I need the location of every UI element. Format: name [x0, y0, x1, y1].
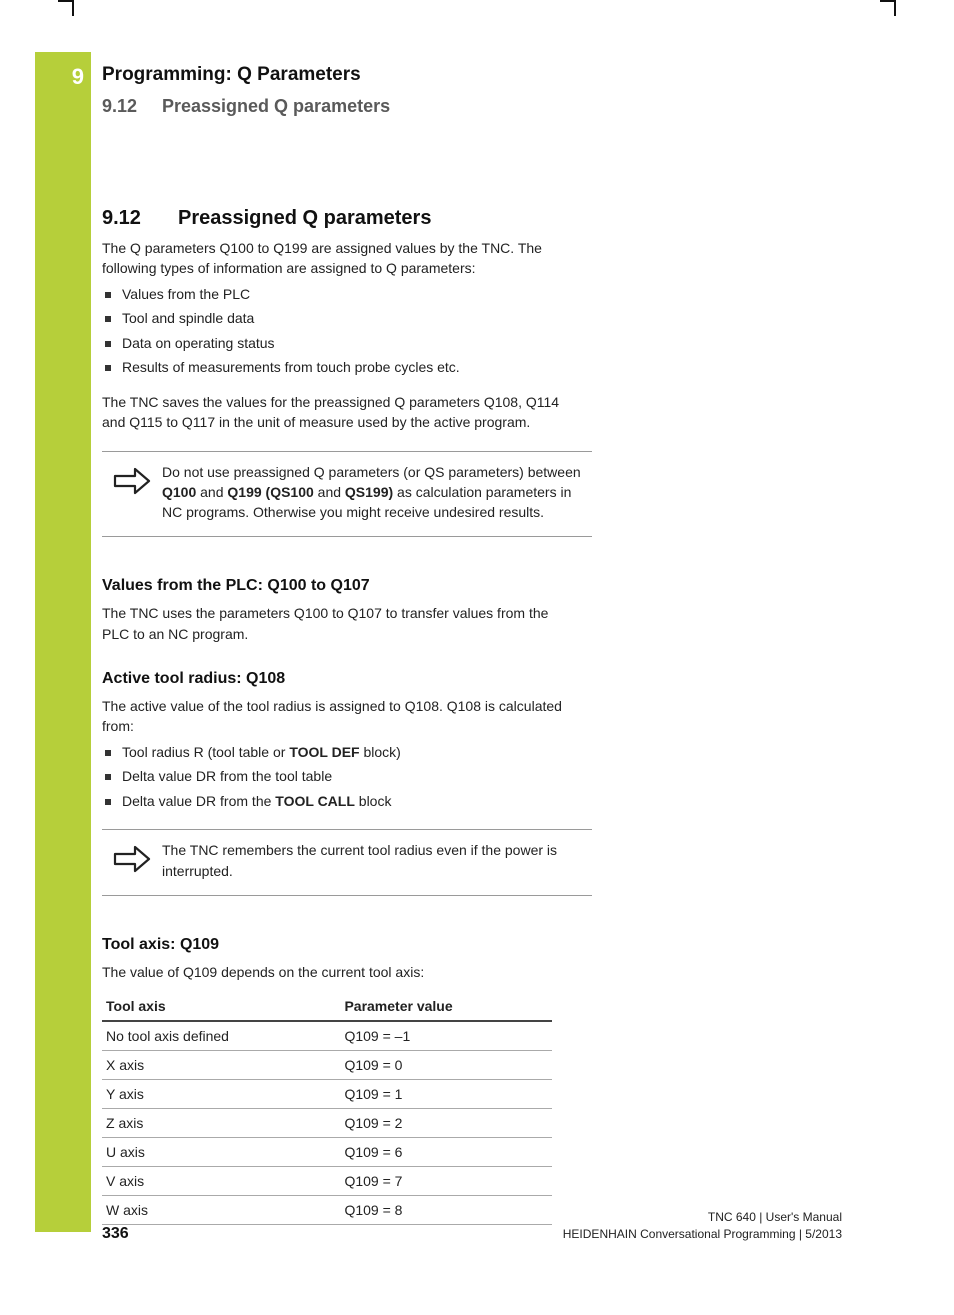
table-row: U axisQ109 = 6 [102, 1138, 552, 1167]
crop-mark [894, 0, 896, 16]
list-item: Delta value DR from the tool table [102, 767, 602, 787]
arrow-icon [102, 840, 162, 874]
axis-paragraph: The value of Q109 depends on the current… [102, 962, 572, 982]
table-cell: Q109 = –1 [340, 1021, 552, 1051]
table-row: No tool axis definedQ109 = –1 [102, 1021, 552, 1051]
footer-line: HEIDENHAIN Conversational Programming | … [563, 1226, 842, 1243]
intro-after-paragraph: The TNC saves the values for the preassi… [102, 392, 572, 433]
crop-mark [880, 0, 896, 2]
list-item: Data on operating status [102, 334, 602, 354]
list-item: Tool radius R (tool table or TOOL DEF bl… [102, 743, 602, 763]
crop-mark [72, 0, 74, 16]
table-cell: Q109 = 0 [340, 1051, 552, 1080]
table-cell: X axis [102, 1051, 340, 1080]
intro-paragraph: The Q parameters Q100 to Q199 are assign… [102, 238, 572, 279]
subsection-heading-axis: Tool axis: Q109 [102, 936, 842, 954]
page-footer: 336 TNC 640 | User's Manual HEIDENHAIN C… [102, 1209, 842, 1243]
running-head: 9.12Preassigned Q parameters [102, 96, 842, 117]
list-item: Values from the PLC [102, 285, 602, 305]
note-box: The TNC remembers the current tool radiu… [102, 829, 592, 896]
list-item: Delta value DR from the TOOL CALL block [102, 792, 602, 812]
table-cell: Q109 = 7 [340, 1167, 552, 1196]
section-heading: 9.12Preassigned Q parameters [102, 207, 842, 230]
table-cell: Q109 = 2 [340, 1109, 552, 1138]
table-row: V axisQ109 = 7 [102, 1167, 552, 1196]
table-row: X axisQ109 = 0 [102, 1051, 552, 1080]
table-row: Y axisQ109 = 1 [102, 1080, 552, 1109]
table-cell: Z axis [102, 1109, 340, 1138]
chapter-tab [35, 52, 91, 1232]
table-cell: V axis [102, 1167, 340, 1196]
chapter-number: 9 [58, 64, 84, 90]
subsection-heading-plc: Values from the PLC: Q100 to Q107 [102, 577, 842, 595]
tool-axis-table: Tool axis Parameter value No tool axis d… [102, 992, 552, 1225]
table-header: Parameter value [340, 992, 552, 1021]
chapter-title: Programming: Q Parameters [102, 64, 842, 86]
plc-paragraph: The TNC uses the parameters Q100 to Q107… [102, 603, 572, 644]
table-cell: Q109 = 6 [340, 1138, 552, 1167]
section-title: Preassigned Q parameters [178, 207, 431, 229]
subsection-heading-radius: Active tool radius: Q108 [102, 670, 842, 688]
list-item: Tool and spindle data [102, 309, 602, 329]
running-head-title: Preassigned Q parameters [162, 96, 390, 116]
page-number: 336 [102, 1225, 129, 1243]
running-head-number: 9.12 [102, 96, 162, 117]
table-row: Z axisQ109 = 2 [102, 1109, 552, 1138]
radius-bullets: Tool radius R (tool table or TOOL DEF bl… [102, 743, 602, 812]
page-content: Programming: Q Parameters 9.12Preassigne… [102, 64, 842, 1225]
table-cell: Y axis [102, 1080, 340, 1109]
table-header: Tool axis [102, 992, 340, 1021]
note-text: Do not use preassigned Q parameters (or … [162, 462, 592, 523]
note-text: The TNC remembers the current tool radiu… [162, 840, 592, 881]
arrow-icon [102, 462, 162, 496]
intro-bullets: Values from the PLC Tool and spindle dat… [102, 285, 602, 378]
table-cell: Q109 = 1 [340, 1080, 552, 1109]
footer-meta: TNC 640 | User's Manual HEIDENHAIN Conve… [563, 1209, 842, 1243]
note-box: Do not use preassigned Q parameters (or … [102, 451, 592, 538]
section-number: 9.12 [102, 207, 178, 230]
table-cell: U axis [102, 1138, 340, 1167]
list-item: Results of measurements from touch probe… [102, 358, 602, 378]
table-cell: No tool axis defined [102, 1021, 340, 1051]
footer-line: TNC 640 | User's Manual [563, 1209, 842, 1226]
radius-paragraph: The active value of the tool radius is a… [102, 696, 572, 737]
